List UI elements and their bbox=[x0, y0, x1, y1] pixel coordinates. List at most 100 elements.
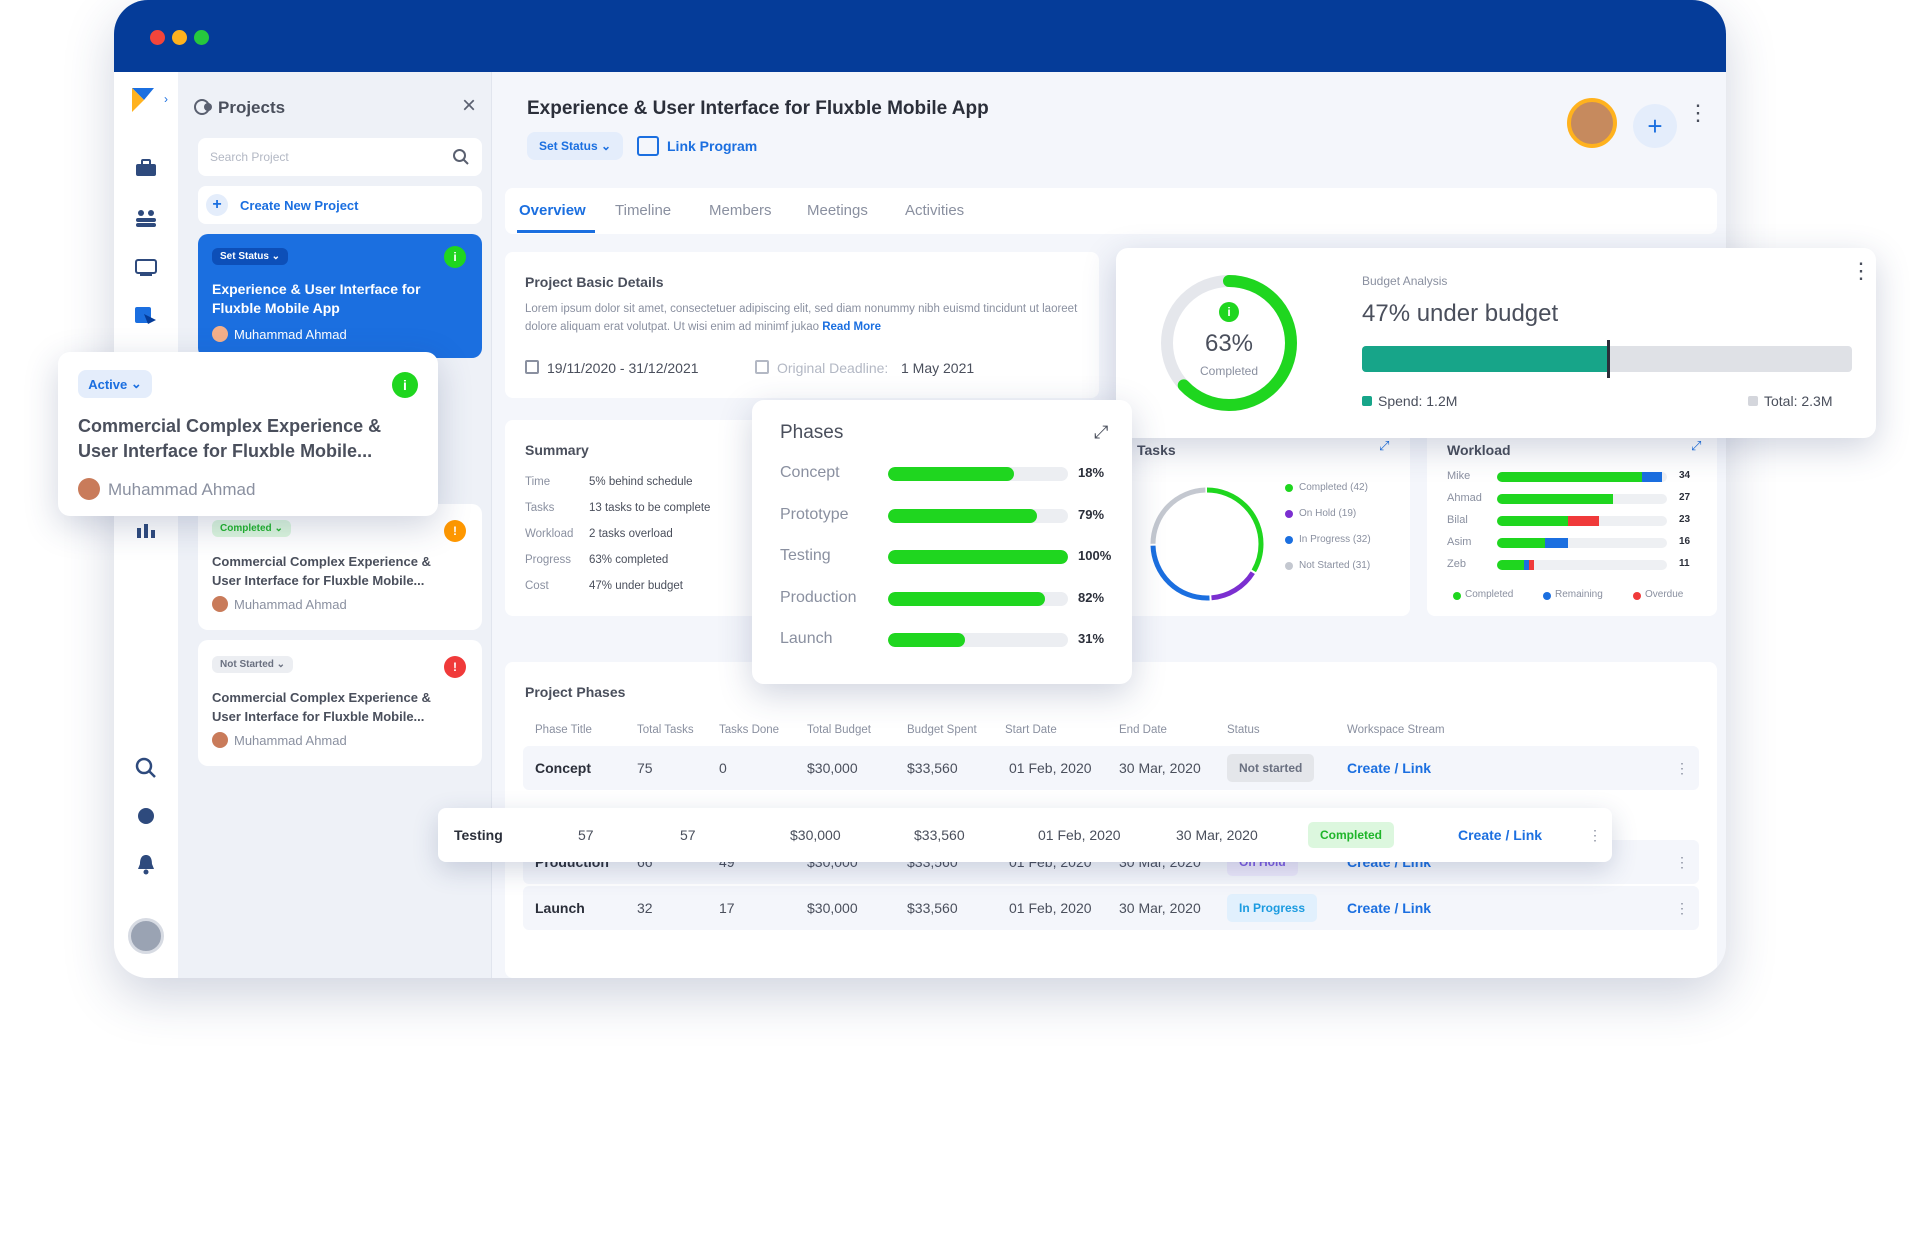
workload-value: 34 bbox=[1679, 470, 1691, 481]
selected-project-card[interactable]: Set Status ⌄ i Experience & User Interfa… bbox=[198, 234, 482, 358]
legend-label: In Progress (32) bbox=[1299, 534, 1371, 545]
bell-icon[interactable] bbox=[130, 848, 162, 880]
budget-analysis-card: i 63% Completed Budget Analysis 47% unde… bbox=[1116, 248, 1876, 438]
create-project-button[interactable]: + Create New Project bbox=[198, 186, 482, 224]
maximize-window-dot[interactable] bbox=[194, 30, 209, 45]
column-header: Start Date bbox=[1005, 724, 1057, 736]
user-avatar[interactable] bbox=[128, 918, 164, 954]
column-header: Status bbox=[1227, 724, 1260, 736]
close-window-dot[interactable] bbox=[150, 30, 165, 45]
workload-overdue-segment bbox=[1568, 516, 1599, 526]
expand-icon[interactable]: ⤢ bbox=[1094, 422, 1108, 443]
total-value: Total: 2.3M bbox=[1764, 393, 1833, 409]
workload-value: 16 bbox=[1679, 536, 1691, 547]
workload-bar bbox=[1497, 494, 1667, 504]
phase-track bbox=[888, 633, 1068, 647]
tab-activities[interactable]: Activities bbox=[905, 202, 964, 219]
workload-remaining-segment bbox=[1544, 538, 1569, 548]
active-project-card[interactable]: Active ⌄ i Commercial Complex Experience… bbox=[58, 352, 438, 516]
summary-label: Progress bbox=[525, 554, 572, 566]
info-icon: i bbox=[1219, 302, 1239, 322]
reports-icon[interactable] bbox=[130, 514, 162, 546]
briefcase-icon[interactable] bbox=[130, 152, 162, 184]
deadline-value: 1 May 2021 bbox=[901, 360, 975, 376]
warning-icon: ! bbox=[444, 520, 466, 542]
project-card[interactable]: Not Started ⌄ ! Commercial Complex Exper… bbox=[198, 640, 482, 766]
more-options-icon[interactable]: ⋮ bbox=[1850, 260, 1872, 282]
deadline-label: Original Deadline: bbox=[777, 360, 889, 376]
summary-value: 2 tasks overload bbox=[589, 528, 673, 540]
workload-name: Mike bbox=[1447, 470, 1471, 482]
workload-bar bbox=[1497, 516, 1667, 526]
more-options-icon[interactable]: ⋮ bbox=[1687, 102, 1709, 124]
tab-bar: Overview Timeline Members Meetings Activ… bbox=[505, 188, 1717, 234]
cell-tasks-done: 57 bbox=[680, 827, 696, 843]
create-link-button[interactable]: Create / Link bbox=[1347, 886, 1431, 930]
basic-details-title: Project Basic Details bbox=[525, 274, 664, 290]
board-icon[interactable] bbox=[130, 252, 162, 284]
cell-end-date: 30 Mar, 2020 bbox=[1119, 760, 1201, 776]
search-input[interactable]: Search Project bbox=[198, 138, 482, 176]
status-badge: In Progress bbox=[1227, 894, 1318, 922]
project-owner: Muhammad Ahmad bbox=[234, 733, 347, 748]
basic-details-card: Project Basic Details Lorem ipsum dolor … bbox=[505, 252, 1099, 398]
close-icon[interactable]: × bbox=[462, 94, 476, 118]
phase-track bbox=[888, 550, 1068, 564]
phase-fill bbox=[888, 508, 1038, 523]
set-status-button[interactable]: Set Status ⌄ bbox=[527, 132, 623, 160]
projects-icon[interactable] bbox=[130, 300, 162, 332]
tab-timeline[interactable]: Timeline bbox=[615, 202, 671, 219]
active-status-dropdown[interactable]: Active ⌄ bbox=[78, 370, 152, 398]
project-card[interactable]: Completed ⌄ ! Commercial Complex Experie… bbox=[198, 504, 482, 630]
read-more-link[interactable]: Read More bbox=[822, 321, 881, 333]
workload-card: Workload ⤢ Mike 34 Ahmad 27 Bilal 23 Asim 16 Zeb… bbox=[1427, 420, 1717, 616]
active-project-owner: Muhammad Ahmad bbox=[108, 480, 256, 499]
team-icon[interactable] bbox=[130, 202, 162, 234]
active-tab-indicator bbox=[517, 230, 595, 233]
row-menu-icon[interactable]: ⋮ bbox=[1675, 746, 1689, 790]
table-row[interactable]: Concept 75 0 $30,000 $33,560 01 Feb, 2020 30 M… bbox=[523, 746, 1699, 790]
add-member-button[interactable]: + bbox=[1633, 104, 1677, 148]
tab-meetings[interactable]: Meetings bbox=[807, 202, 868, 219]
legend-dot bbox=[1285, 510, 1293, 518]
phase-percent: 31% bbox=[1078, 631, 1105, 646]
deadline-icon bbox=[755, 360, 769, 374]
column-header: Phase Title bbox=[535, 724, 592, 736]
workload-completed-segment bbox=[1497, 494, 1613, 504]
row-menu-icon[interactable]: ⋮ bbox=[1588, 808, 1602, 862]
link-icon bbox=[637, 136, 659, 156]
phase-percent: 100% bbox=[1078, 548, 1112, 563]
table-row[interactable]: Launch 32 17 $30,000 $33,560 01 Feb, 2020 30 M… bbox=[523, 886, 1699, 930]
link-program-button[interactable]: Link Program bbox=[667, 138, 757, 154]
spend-value: Spend: 1.2M bbox=[1378, 393, 1458, 409]
owner-avatar bbox=[212, 596, 228, 612]
set-status-dropdown[interactable]: Set Status ⌄ bbox=[212, 248, 289, 265]
workload-completed-segment bbox=[1497, 472, 1642, 482]
tab-members[interactable]: Members bbox=[709, 202, 772, 219]
create-link-button[interactable]: Create / Link bbox=[1458, 808, 1542, 862]
member-avatar[interactable] bbox=[1567, 98, 1617, 148]
alert-icon: ! bbox=[444, 656, 466, 678]
expand-chevron-icon[interactable]: › bbox=[164, 92, 168, 106]
row-menu-icon[interactable]: ⋮ bbox=[1675, 886, 1689, 930]
search-icon[interactable] bbox=[130, 752, 162, 784]
summary-label: Workload bbox=[525, 528, 574, 540]
create-link-button[interactable]: Create / Link bbox=[1347, 746, 1431, 790]
status-dropdown[interactable]: Not Started ⌄ bbox=[212, 656, 294, 673]
expand-icon[interactable]: ⤢ bbox=[1379, 438, 1389, 454]
workload-title: Workload bbox=[1447, 442, 1511, 458]
legend-label: Remaining bbox=[1555, 589, 1603, 600]
chat-icon[interactable] bbox=[130, 800, 162, 832]
cell-total-budget: $30,000 bbox=[807, 900, 858, 916]
phase-fill bbox=[888, 591, 1045, 606]
budget-headline: 47% under budget bbox=[1362, 300, 1559, 327]
row-menu-icon[interactable]: ⋮ bbox=[1675, 840, 1689, 884]
status-dropdown[interactable]: Completed ⌄ bbox=[212, 520, 291, 537]
expand-icon[interactable]: ⤢ bbox=[1691, 438, 1701, 454]
testing-row-floating[interactable]: Testing 57 57 $30,000 $33,560 01 Feb, 20… bbox=[438, 808, 1612, 862]
owner-avatar bbox=[212, 326, 228, 342]
cell-start-date: 01 Feb, 2020 bbox=[1009, 760, 1092, 776]
tab-overview[interactable]: Overview bbox=[519, 202, 586, 219]
workload-name: Bilal bbox=[1447, 514, 1468, 526]
minimize-window-dot[interactable] bbox=[172, 30, 187, 45]
